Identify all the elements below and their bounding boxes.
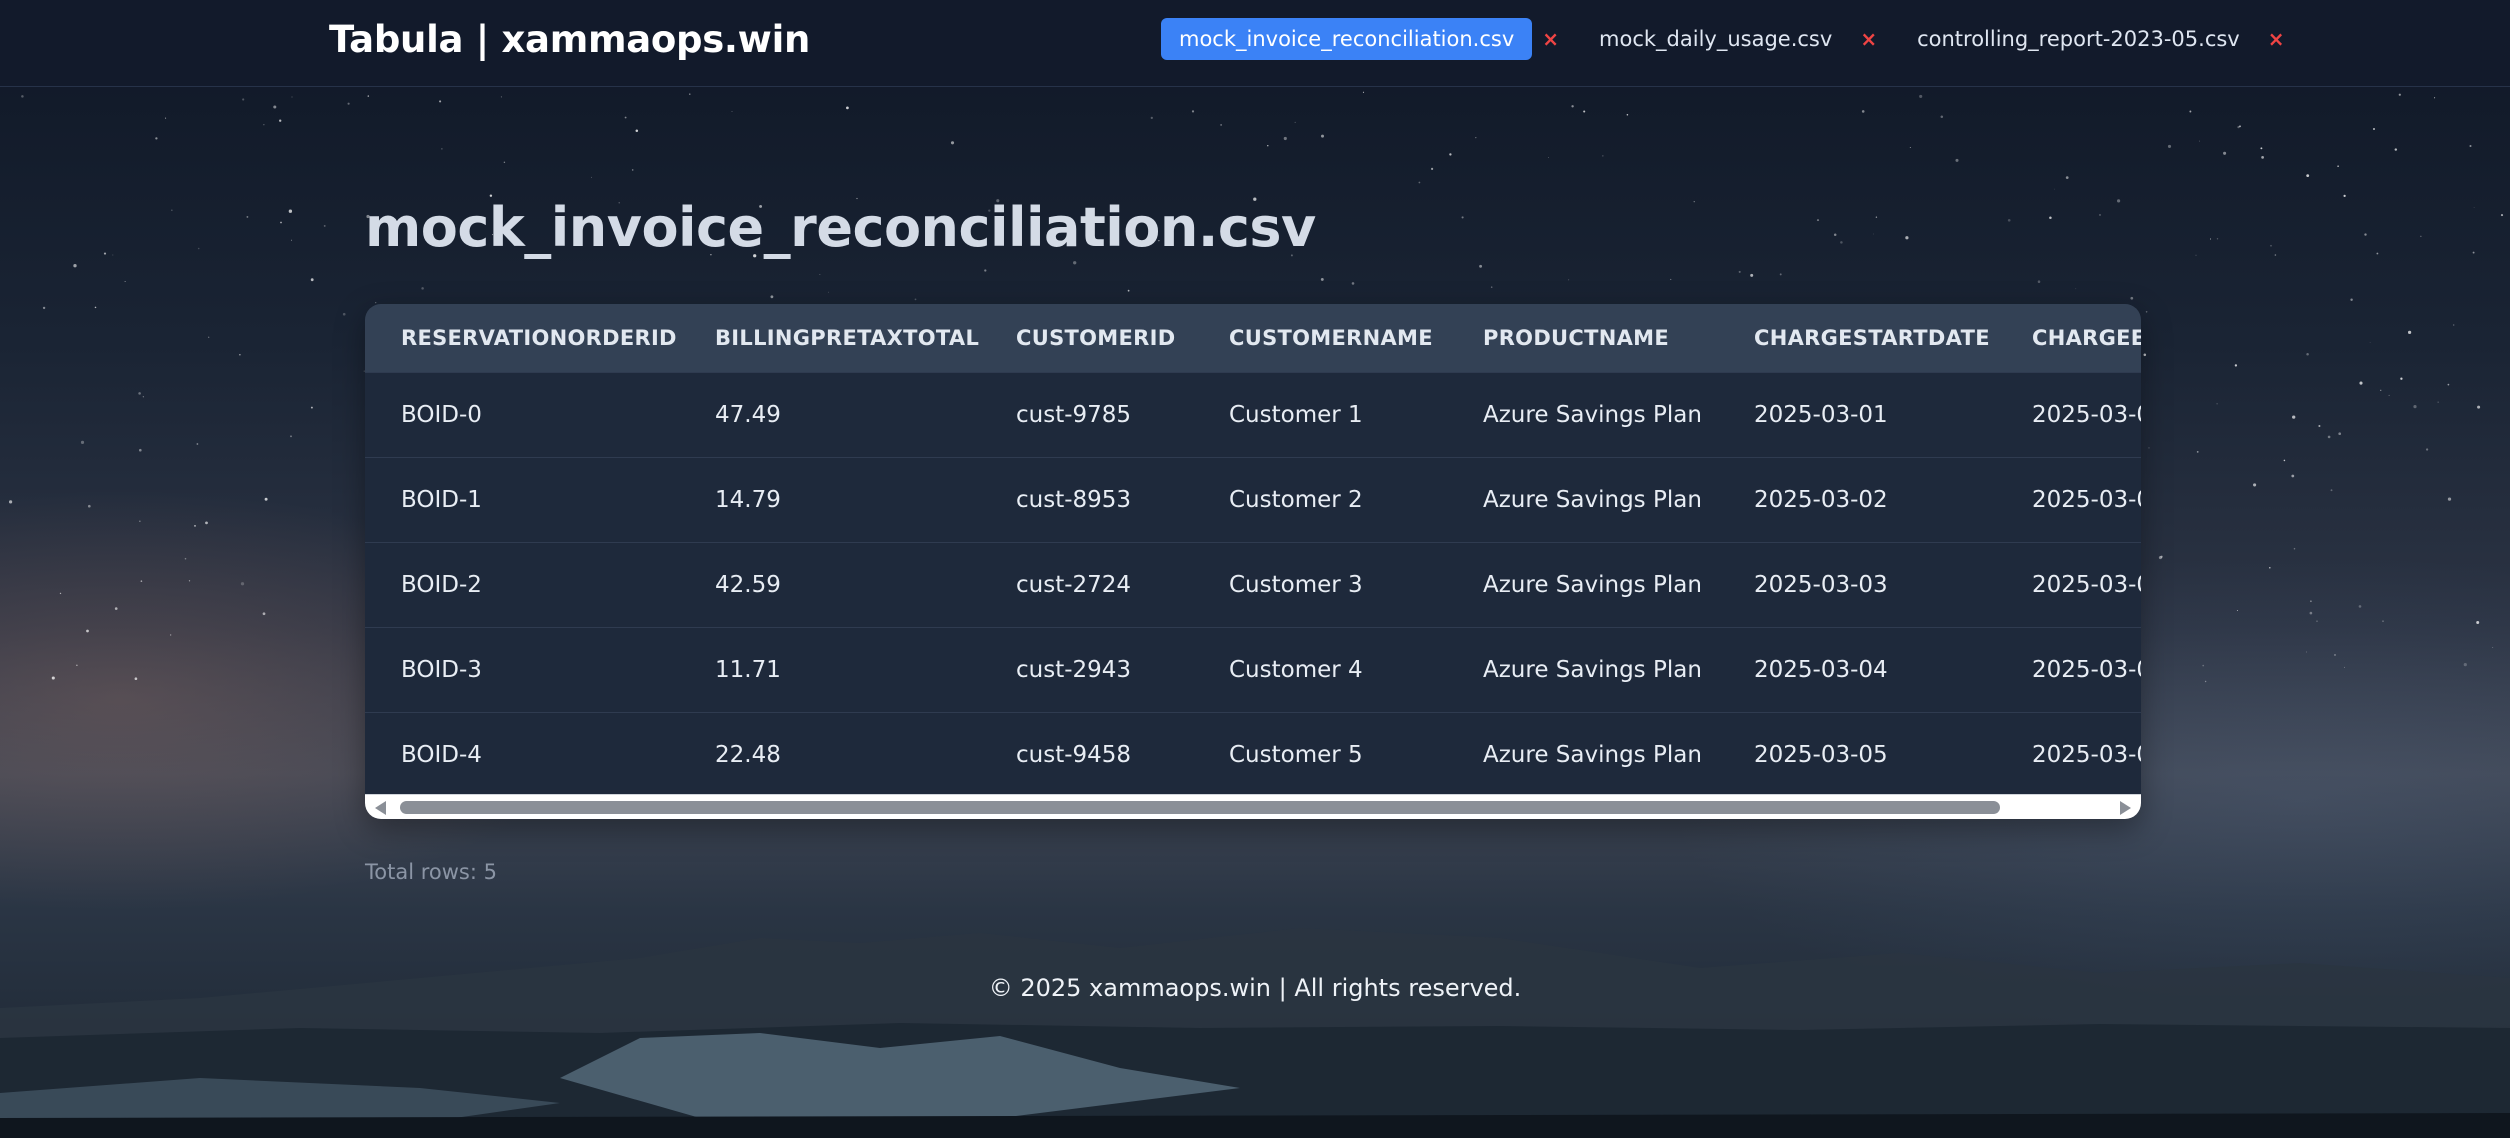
tab-controlling-report[interactable]: controlling_report-2023-05.csv [1899,18,2258,60]
table-cell: cust-2943 [980,626,1193,712]
data-table-card: RESERVATIONORDERID BILLINGPRETAXTOTAL CU… [365,304,2141,819]
column-header[interactable]: RESERVATIONORDERID [365,304,679,372]
table-cell: 2025-03-0 [1996,371,2141,457]
column-header[interactable]: CUSTOMERNAME [1193,304,1447,372]
table-cell: Azure Savings Plan [1447,541,1718,627]
table-cell: Azure Savings Plan [1447,711,1718,794]
table-cell: Customer 3 [1193,541,1447,627]
table-cell: 47.49 [679,371,980,457]
table-cell: Azure Savings Plan [1447,626,1718,712]
table-cell: 2025-03-0 [1996,626,2141,712]
page-title: mock_invoice_reconciliation.csv [365,196,1316,259]
table-cell: 2025-03-0 [1996,541,2141,627]
column-header[interactable]: PRODUCTNAME [1447,304,1718,372]
horizontal-scrollbar[interactable] [365,794,2141,819]
table-row: BOID-1 14.79 cust-8953 Customer 2 Azure … [365,456,2141,542]
table-cell: Azure Savings Plan [1447,456,1718,542]
table-cell: cust-9458 [980,711,1193,794]
table-cell: Customer 4 [1193,626,1447,712]
table-cell: 2025-03-04 [1718,626,1996,712]
scroll-right-arrow-icon[interactable] [2120,801,2131,815]
table-cell: BOID-3 [365,626,679,712]
table-cell: 2025-03-01 [1718,371,1996,457]
table-cell: 2025-03-03 [1718,541,1996,627]
footer-copyright: © 2025 xammaops.win | All rights reserve… [988,974,1522,1002]
column-header[interactable]: CHARGESTARTDATE [1718,304,1996,372]
scrollbar-thumb[interactable] [400,801,2000,814]
top-navigation-bar: Tabula | xammaops.win mock_invoice_recon… [0,0,2510,87]
table-cell: BOID-2 [365,541,679,627]
table-cell: Customer 5 [1193,711,1447,794]
tab-mock-daily-usage[interactable]: mock_daily_usage.csv [1581,18,1850,60]
table-header-row: RESERVATIONORDERID BILLINGPRETAXTOTAL CU… [365,304,2141,372]
column-header[interactable]: BILLINGPRETAXTOTAL [679,304,980,372]
column-header[interactable]: CUSTOMERID [980,304,1193,372]
table-cell: 2025-03-0 [1996,711,2141,794]
tab-mock-invoice-reconciliation[interactable]: mock_invoice_reconciliation.csv [1161,18,1533,60]
column-header[interactable]: CHARGEEN [1996,304,2141,372]
table-cell: 11.71 [679,626,980,712]
table-cell: cust-9785 [980,371,1193,457]
file-tabs: mock_invoice_reconciliation.csv × mock_d… [1161,18,2307,60]
close-icon[interactable]: × [2268,27,2285,51]
scroll-left-arrow-icon[interactable] [375,801,386,815]
table-row: BOID-3 11.71 cust-2943 Customer 4 Azure … [365,626,2141,712]
table-cell: cust-8953 [980,456,1193,542]
total-rows-count: Total rows: 5 [365,860,497,884]
close-icon[interactable]: × [1542,27,1559,51]
table-cell: 42.59 [679,541,980,627]
table-cell: 2025-03-0 [1996,456,2141,542]
table-row: BOID-0 47.49 cust-9785 Customer 1 Azure … [365,371,2141,457]
table-cell: Customer 2 [1193,456,1447,542]
close-icon[interactable]: × [1860,27,1877,51]
table-cell: Azure Savings Plan [1447,371,1718,457]
table-cell: BOID-1 [365,456,679,542]
table-cell: 22.48 [679,711,980,794]
table-cell: 2025-03-05 [1718,711,1996,794]
glacier-landscape-background [0,928,2510,1138]
table-row: BOID-4 22.48 cust-9458 Customer 5 Azure … [365,711,2141,794]
table-cell: cust-2724 [980,541,1193,627]
table-cell: 14.79 [679,456,980,542]
table-row: BOID-2 42.59 cust-2724 Customer 3 Azure … [365,541,2141,627]
table-cell: BOID-4 [365,711,679,794]
table-scroll-area[interactable]: RESERVATIONORDERID BILLINGPRETAXTOTAL CU… [365,304,2141,794]
table-cell: BOID-0 [365,371,679,457]
data-table: RESERVATIONORDERID BILLINGPRETAXTOTAL CU… [365,304,2141,794]
table-cell: Customer 1 [1193,371,1447,457]
brand-title[interactable]: Tabula | xammaops.win [329,18,810,61]
table-cell: 2025-03-02 [1718,456,1996,542]
